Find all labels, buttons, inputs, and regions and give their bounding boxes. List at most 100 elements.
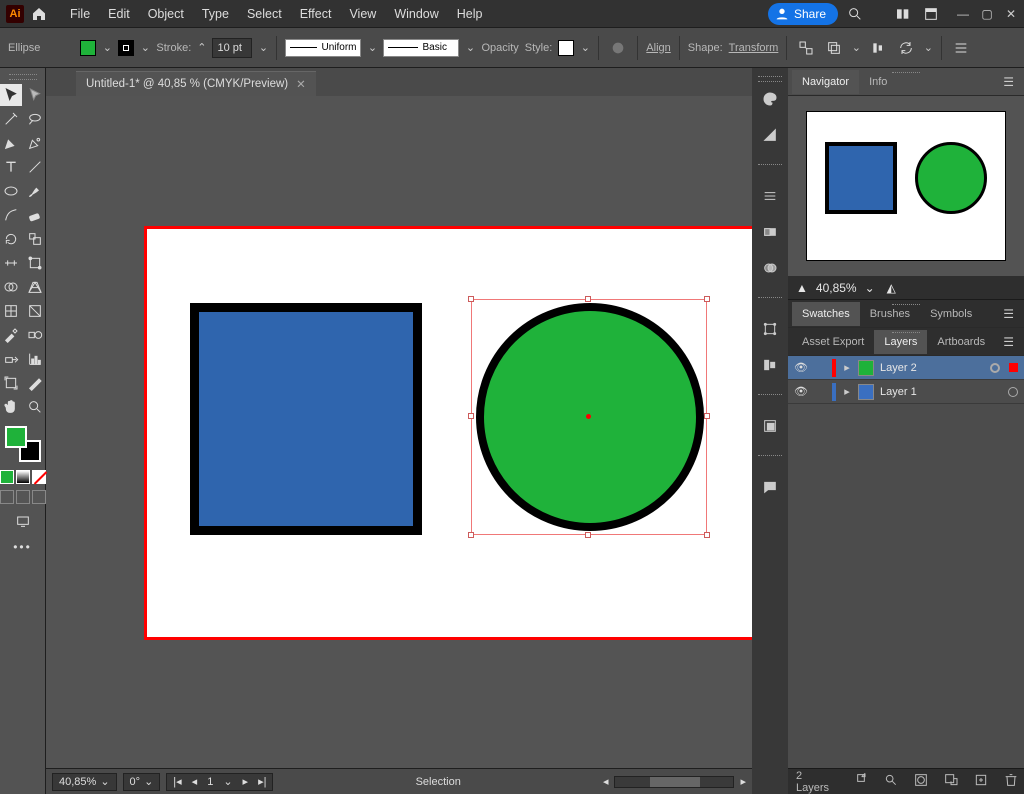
nav-zoom-in[interactable]: ◭	[887, 281, 896, 295]
eraser-tool[interactable]	[24, 204, 46, 226]
perspective-tool[interactable]	[24, 276, 46, 298]
mesh-tool[interactable]	[0, 300, 22, 322]
stroke-weight[interactable]: 10 pt	[212, 38, 252, 58]
group-dd[interactable]: ⌄	[851, 41, 861, 54]
tab-info[interactable]: Info	[859, 70, 897, 94]
visibility-icon[interactable]: 👁	[794, 361, 808, 374]
color-mode-solid[interactable]	[0, 470, 14, 484]
canvas[interactable]	[46, 96, 752, 768]
layer-name[interactable]: Layer 2	[880, 362, 917, 374]
locate-icon[interactable]	[883, 772, 899, 791]
profile-dropdown[interactable]: ⌄	[367, 41, 377, 54]
tab-swatches[interactable]: Swatches	[792, 302, 860, 326]
layer-name[interactable]: Layer 1	[880, 386, 917, 398]
graph-tool[interactable]	[24, 348, 46, 370]
maximize-button[interactable]: ▢	[980, 7, 994, 21]
align2-icon[interactable]	[867, 37, 889, 59]
align-link[interactable]: Align	[646, 42, 670, 54]
draw-normal[interactable]	[0, 490, 14, 504]
color-mode-gradient[interactable]	[16, 470, 30, 484]
curvature-tool[interactable]	[24, 132, 46, 154]
layer-row[interactable]: 👁 ▸ Layer 2	[788, 356, 1024, 380]
brush-dropdown[interactable]: ⌄	[465, 41, 475, 54]
rotate-tool[interactable]	[0, 228, 22, 250]
edit-toolbar[interactable]: •••	[13, 540, 32, 554]
ellipse-tool[interactable]	[0, 180, 22, 202]
shape-builder-tool[interactable]	[0, 276, 22, 298]
search-icon[interactable]	[844, 3, 866, 25]
menu-view[interactable]: View	[341, 3, 384, 25]
menu-select[interactable]: Select	[239, 3, 290, 25]
minimize-button[interactable]: —	[956, 7, 970, 21]
menu-type[interactable]: Type	[194, 3, 237, 25]
tab-layers[interactable]: Layers	[874, 330, 927, 354]
target-icon[interactable]	[990, 363, 1000, 373]
magic-wand-tool[interactable]	[0, 108, 22, 130]
zoom-tool[interactable]	[24, 396, 46, 418]
transform-link[interactable]: Transform	[729, 42, 779, 54]
stroke-weight-dropdown[interactable]: ⌄	[258, 41, 268, 54]
draw-inside[interactable]	[32, 490, 46, 504]
stroke-dropdown[interactable]: ⌄	[140, 41, 150, 54]
recolor-icon[interactable]	[607, 37, 629, 59]
export-icon[interactable]	[853, 772, 869, 791]
gradient-panel-icon[interactable]	[759, 221, 781, 243]
paintbrush-tool[interactable]	[24, 180, 46, 202]
transparency-panel-icon[interactable]	[759, 257, 781, 279]
scroll-left[interactable]: ◂	[603, 775, 609, 788]
menu-help[interactable]: Help	[449, 3, 491, 25]
type-tool[interactable]	[0, 156, 22, 178]
artboard-tool[interactable]	[0, 372, 22, 394]
screen-mode[interactable]	[12, 510, 34, 532]
workspace-icon[interactable]	[920, 3, 942, 25]
transform-dd[interactable]: ⌄	[923, 41, 933, 54]
twirl-icon[interactable]: ▸	[842, 361, 852, 374]
brush-definition[interactable]: Basic	[383, 39, 459, 57]
tab-brushes[interactable]: Brushes	[860, 302, 920, 326]
more-options-icon[interactable]	[950, 37, 972, 59]
delete-layer-icon[interactable]	[1003, 772, 1019, 791]
share-button[interactable]: Share	[768, 3, 838, 25]
new-layer-icon[interactable]	[973, 772, 989, 791]
navigator-preview[interactable]	[788, 96, 1024, 276]
tab-artboards[interactable]: Artboards	[927, 330, 995, 354]
hand-tool[interactable]	[0, 396, 22, 418]
group-icon[interactable]	[823, 37, 845, 59]
gradient-tool[interactable]	[24, 300, 46, 322]
stroke-swatch[interactable]	[118, 40, 134, 56]
style-dropdown[interactable]: ⌄	[580, 41, 590, 54]
align-panel-icon[interactable]	[759, 354, 781, 376]
fill-swatch[interactable]	[80, 40, 96, 56]
menu-window[interactable]: Window	[386, 3, 446, 25]
line-tool[interactable]	[24, 156, 46, 178]
menu-object[interactable]: Object	[140, 3, 192, 25]
home-icon[interactable]	[30, 5, 48, 23]
swatches-menu-icon[interactable]: ☰	[997, 307, 1020, 321]
close-button[interactable]: ✕	[1004, 7, 1018, 21]
eyedropper-tool[interactable]	[0, 324, 22, 346]
arrange-icon[interactable]	[892, 3, 914, 25]
transform-icon[interactable]	[895, 37, 917, 59]
nav-zoom-out[interactable]: ▲	[796, 281, 808, 295]
app-badge[interactable]: Ai	[6, 5, 24, 23]
tab-asset-export[interactable]: Asset Export	[792, 330, 874, 354]
isolate-icon[interactable]	[795, 37, 817, 59]
libraries-icon[interactable]	[759, 415, 781, 437]
nav-zoom-dropdown[interactable]: ⌄	[865, 281, 875, 295]
symbol-sprayer-tool[interactable]	[0, 348, 22, 370]
rotate-field[interactable]: 0°⌄	[123, 773, 161, 791]
fill-stroke-swatches[interactable]	[5, 426, 41, 462]
tab-symbols[interactable]: Symbols	[920, 302, 982, 326]
style-swatch[interactable]	[558, 40, 574, 56]
color-mode-none[interactable]	[32, 470, 46, 484]
document-tab[interactable]: Untitled-1* @ 40,85 % (CMYK/Preview) ✕	[76, 71, 316, 96]
stroke-profile[interactable]: Uniform	[285, 39, 361, 57]
target-icon[interactable]	[1008, 387, 1018, 397]
draw-behind[interactable]	[16, 490, 30, 504]
opacity-label[interactable]: Opacity	[481, 42, 518, 54]
pen-tool[interactable]	[0, 132, 22, 154]
direct-selection-tool[interactable]	[24, 84, 46, 106]
slice-tool[interactable]	[24, 372, 46, 394]
comments-icon[interactable]	[759, 476, 781, 498]
free-transform-tool[interactable]	[24, 252, 46, 274]
